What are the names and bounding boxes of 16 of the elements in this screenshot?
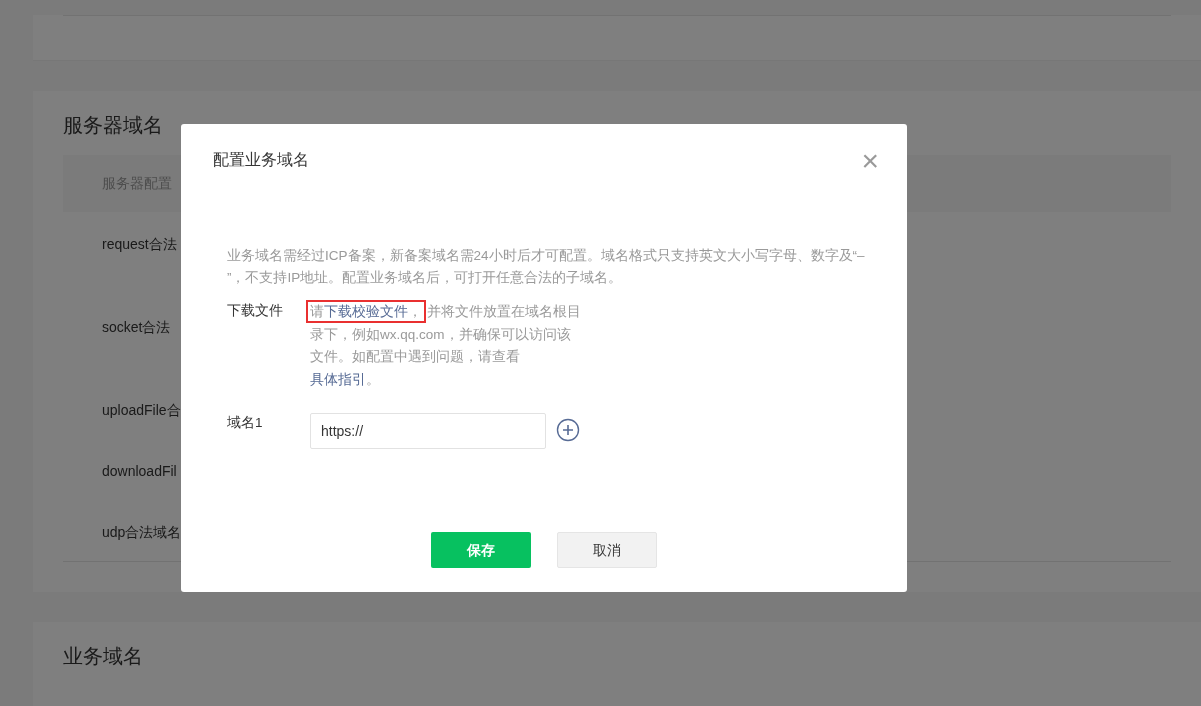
section-title: 服务器域名 [63,113,164,137]
field-label: 域名1 [227,414,264,433]
cancel-button[interactable]: 取消 [557,532,657,568]
link[interactable]: 下载校验文件 [324,304,408,320]
table-cell-text: socket合法 [102,318,171,337]
link[interactable]: 具体指引 [310,371,366,387]
table-cell-text: uploadFile合 [102,401,181,420]
section-title: 业务域名 [63,644,144,668]
table-cell-text: udp合法域名 [102,523,182,542]
description-text: 业务域名需经过ICP备案，新备案域名需24小时后才可配置。域名格式只支持英文大小写字母、数字及“– ”，不支持IP地址。配置业务域名后，可打开任意合法的子域名。 [227,247,866,288]
table-cell-text: downloadFil [102,462,177,481]
table-cell-text: request合法 [102,235,177,254]
url-field[interactable]: https:// [310,413,546,450]
instruction-text: 请下载校验文件， 并将文件放置在域名根目录下，例如wx.qq.com，并确保可以访问该文件。如配置中遇到问题，请查看 具体指引。 [310,301,582,392]
field-label: 下载文件 [227,302,284,321]
add-icon[interactable] [556,418,580,443]
